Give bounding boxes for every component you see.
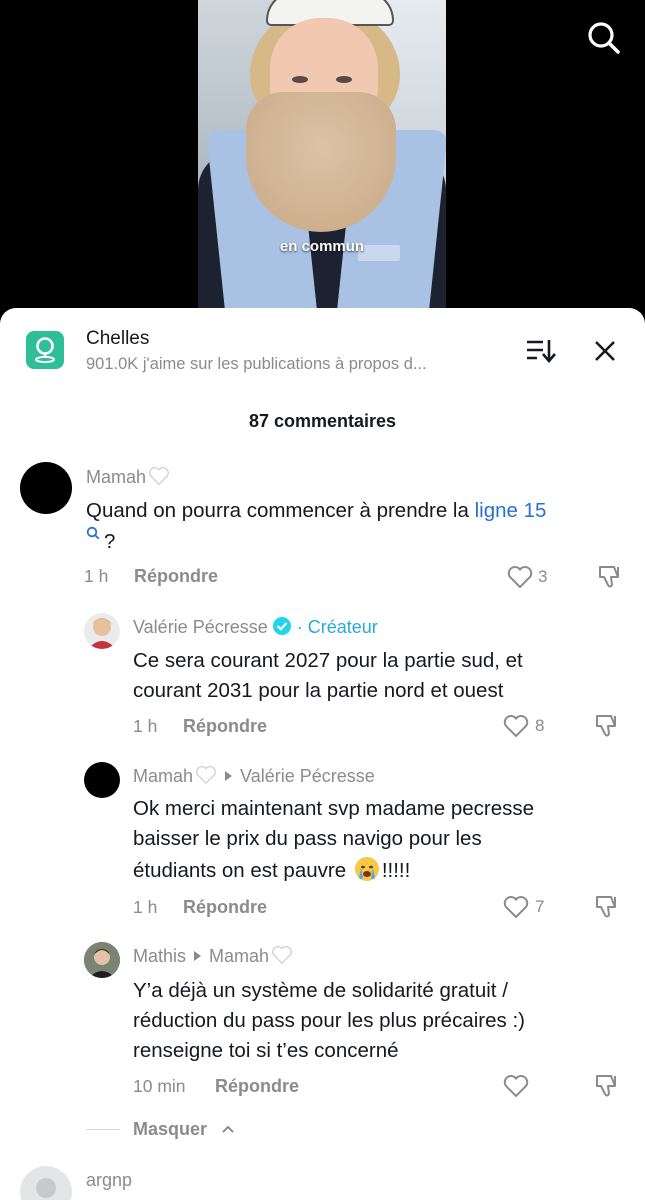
comment-username[interactable]: Mamah Valérie Pécresse: [133, 765, 375, 787]
like-count: 3: [538, 567, 548, 586]
chevron-up-icon[interactable]: [221, 1123, 235, 1135]
comment-text: étudiants on est pauvre !!!!!: [133, 856, 410, 886]
comments-sheet: Chelles 901.0K j'aime sur les publicatio…: [0, 308, 645, 1200]
reply-button[interactable]: Répondre: [183, 716, 267, 737]
reply-button[interactable]: Répondre: [183, 897, 267, 918]
place-subtitle: 901.0K j'aime sur les publications à pro…: [86, 355, 427, 373]
location-pin-icon: [26, 331, 64, 369]
reply-arrow-icon: [194, 951, 202, 962]
thumbs-down-icon[interactable]: [593, 1072, 621, 1100]
verified-badge-icon: [272, 617, 291, 635]
comment-username[interactable]: Mamah: [86, 466, 170, 488]
reply-arrow-icon: [225, 771, 233, 782]
comment-time: 10 min: [133, 1076, 186, 1096]
close-icon: [595, 341, 615, 361]
hide-replies-button[interactable]: Masquer: [133, 1119, 207, 1140]
video-caption: en commun: [279, 238, 365, 255]
divider: [86, 1129, 120, 1130]
comment-time: 1 h: [133, 897, 158, 917]
comments-count: 87 commentaires: [248, 411, 397, 431]
thumbs-down-icon[interactable]: [593, 893, 621, 921]
comment-text: baisser le prix du pass navigo pour les: [133, 827, 482, 850]
comment-time: 1 h: [84, 566, 109, 586]
comment-time: 1 h: [133, 716, 158, 736]
video-frame: [198, 0, 446, 320]
sort-button[interactable]: [523, 336, 557, 366]
comment-text-end: ?: [86, 526, 115, 557]
like-count: 8: [535, 716, 545, 735]
heart-outline-icon[interactable]: [502, 894, 530, 920]
creator-label: · Créateur: [296, 617, 378, 637]
place-header[interactable]: Chelles 901.0K j'aime sur les publicatio…: [0, 308, 645, 398]
white-heart-emoji: [149, 467, 169, 486]
comment-text: réduction du pass pour les plus précaire…: [133, 1009, 525, 1032]
search-button[interactable]: [584, 18, 624, 58]
avatar[interactable]: [84, 613, 120, 649]
comment-text: Y’a déjà un système de solidarité gratui…: [133, 979, 508, 1002]
heart-outline-icon[interactable]: [502, 1073, 530, 1099]
comment-username[interactable]: Mathis Mamah: [133, 945, 293, 967]
comment-text: courant 2031 pour la partie nord et oues…: [133, 679, 504, 702]
avatar[interactable]: [84, 942, 120, 978]
white-heart-emoji: [272, 946, 292, 965]
video-player[interactable]: en commun: [0, 0, 645, 320]
thumbs-down-icon[interactable]: [593, 712, 621, 740]
avatar[interactable]: [20, 1166, 72, 1200]
comment-username[interactable]: Valérie Pécresse · Créateur: [133, 616, 378, 638]
reply-button[interactable]: Répondre: [134, 566, 218, 587]
comment-text: renseigne toi si t’es concerné: [133, 1039, 399, 1062]
reply-to-username[interactable]: Valérie Pécresse: [240, 766, 375, 786]
search-suggestion-icon[interactable]: [86, 526, 100, 540]
search-suggestion-link[interactable]: ligne 15: [475, 499, 547, 522]
like-count: 7: [535, 897, 545, 916]
comment-username[interactable]: argnp: [86, 1170, 132, 1191]
comment-text: Ok merci maintenant svp madame pecresse: [133, 797, 535, 820]
crying-face-emoji: [354, 857, 379, 881]
reply-button[interactable]: Répondre: [215, 1076, 299, 1097]
search-icon: [588, 22, 620, 54]
comment-text: Quand on pourra commencer à prendre la l…: [86, 499, 547, 522]
sort-icon: [527, 340, 556, 363]
heart-outline-icon[interactable]: [506, 564, 534, 590]
close-button[interactable]: [592, 338, 618, 364]
thumbs-down-icon[interactable]: [596, 563, 624, 591]
heart-outline-icon[interactable]: [502, 713, 530, 739]
place-title: Chelles: [86, 328, 150, 349]
reply-to-username[interactable]: Mamah: [209, 946, 269, 966]
avatar[interactable]: [84, 762, 120, 798]
avatar[interactable]: [20, 462, 72, 514]
comment-text: Ce sera courant 2027 pour la partie sud,…: [133, 649, 523, 672]
white-heart-emoji: [196, 766, 216, 785]
